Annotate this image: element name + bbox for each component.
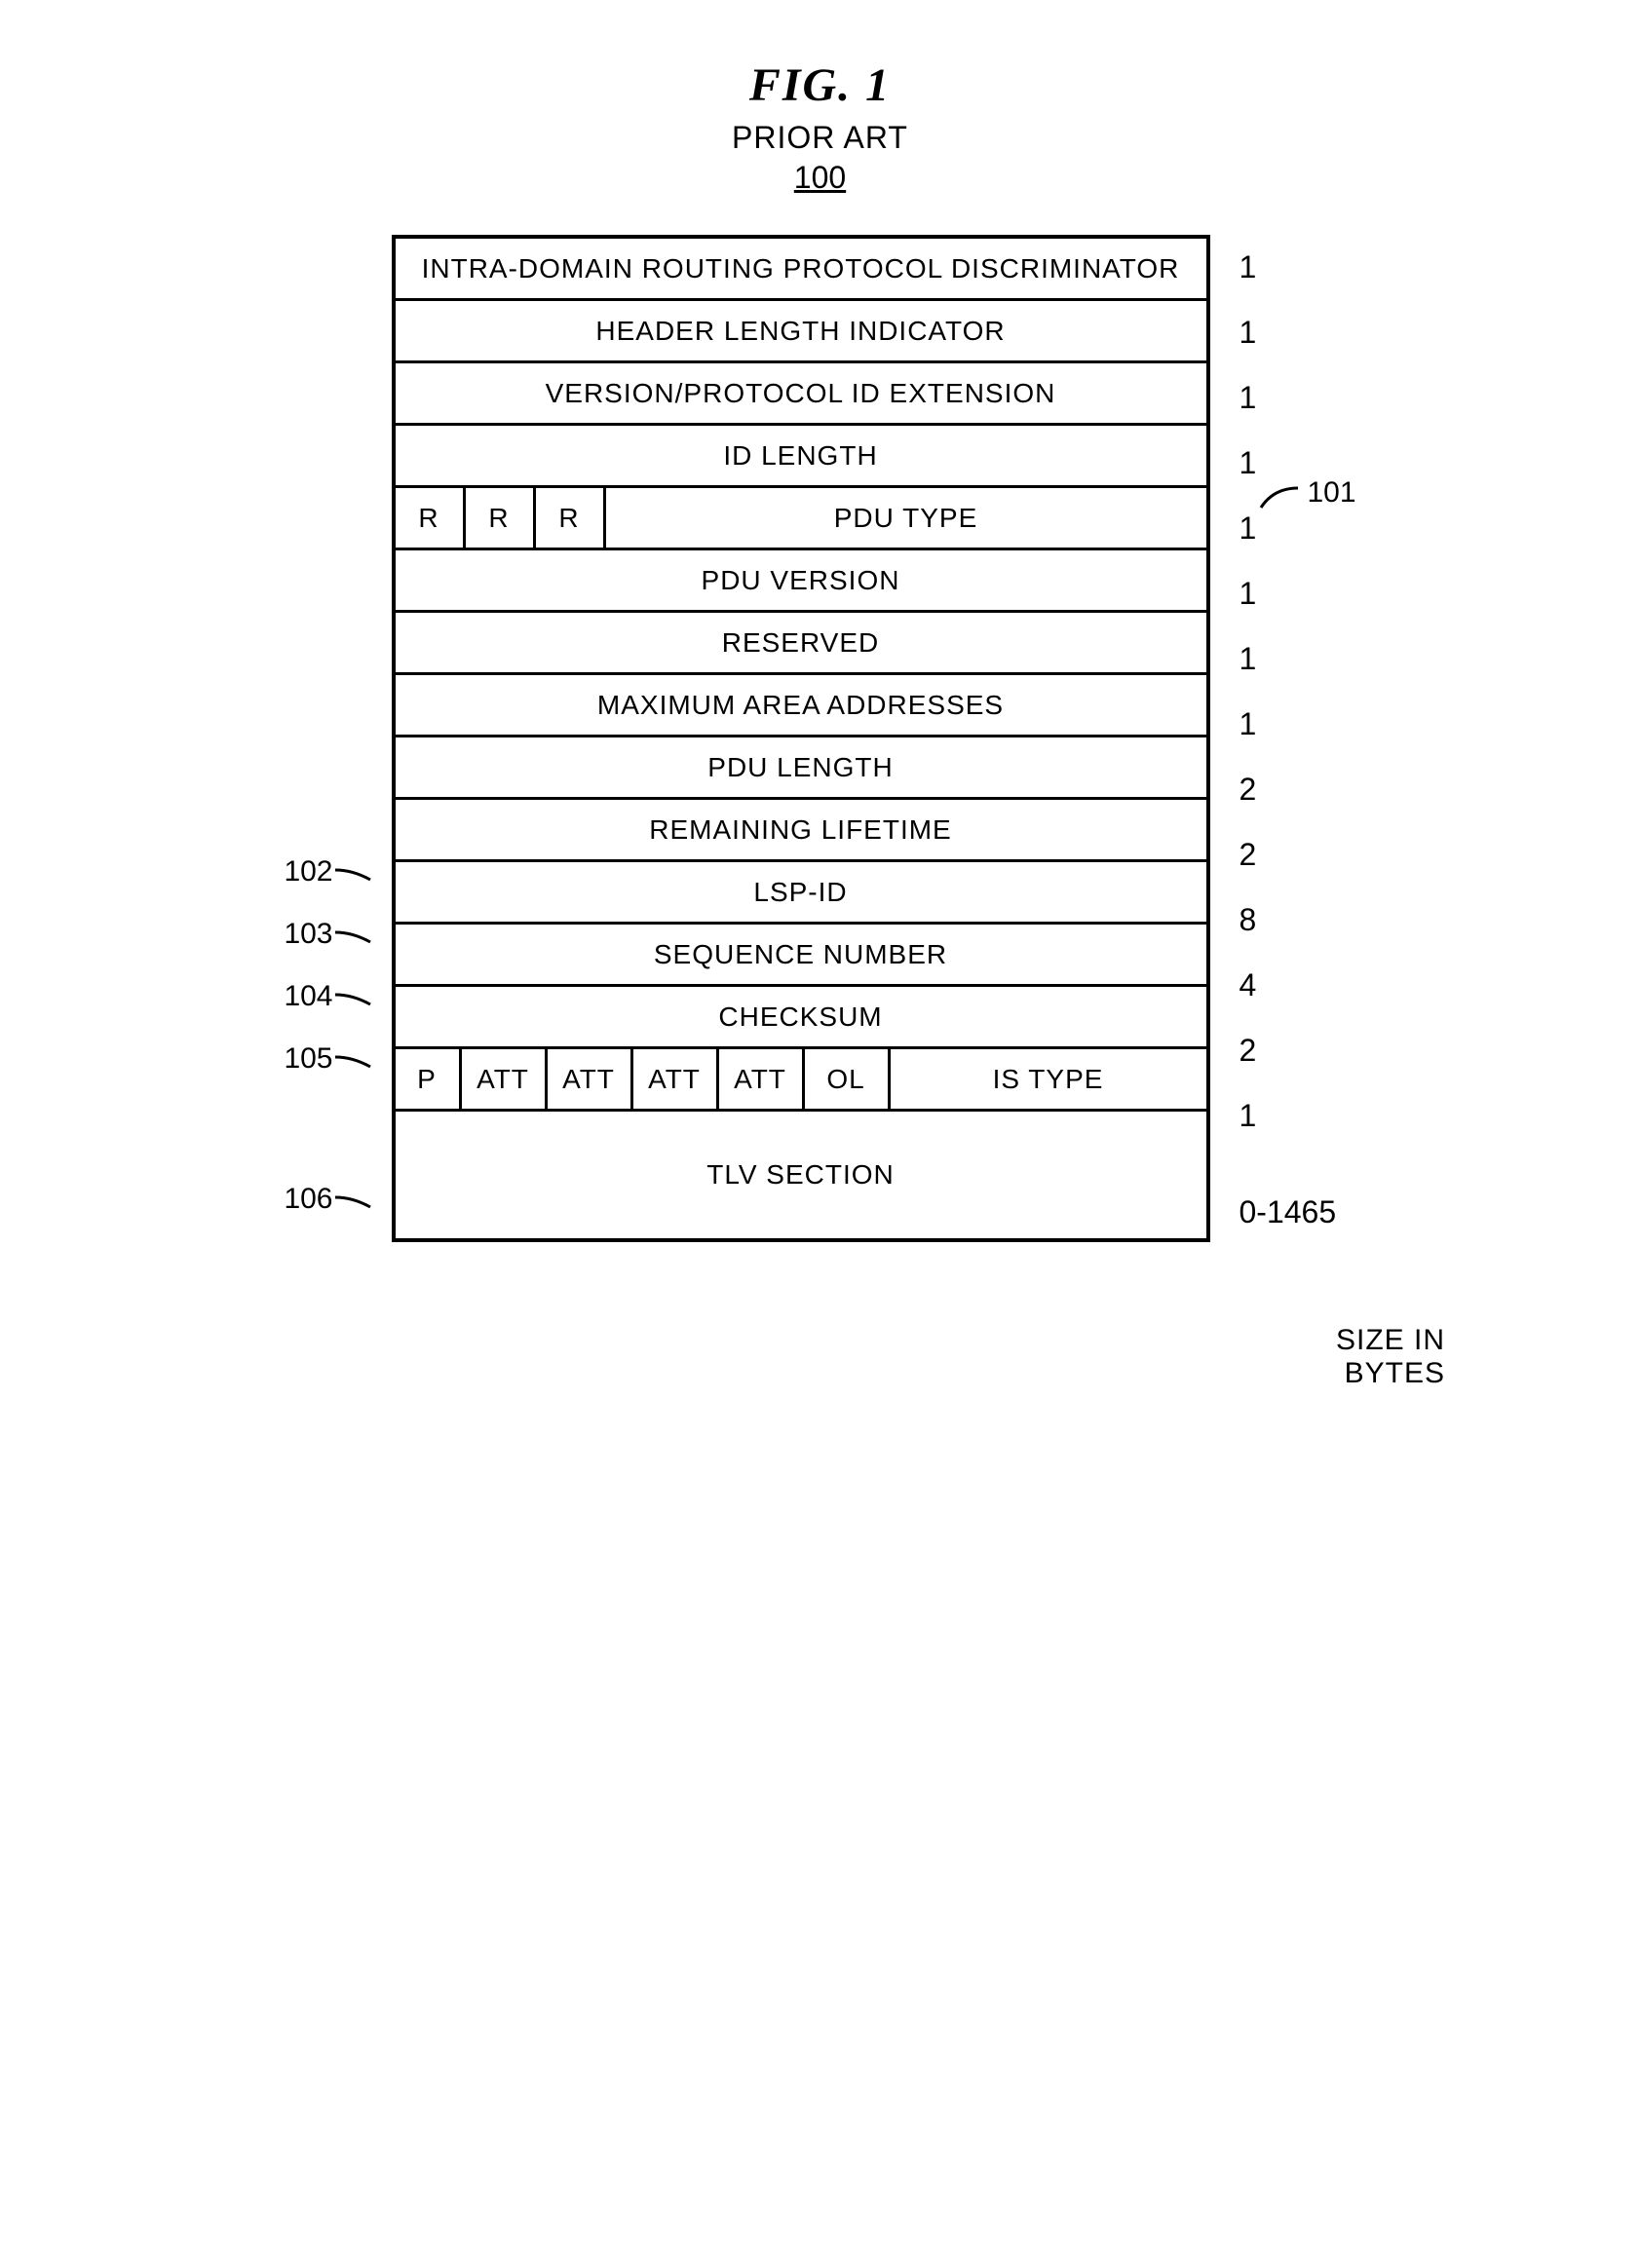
figure-label: FIG. 1 <box>78 58 1562 112</box>
bytes-2: 1 <box>1230 365 1376 431</box>
ref-104-text: 104 <box>284 980 332 1013</box>
seg-r2: R <box>536 488 606 548</box>
bytes-11: 4 <box>1230 953 1376 1018</box>
ref-105-text: 105 <box>284 1042 332 1076</box>
ref-103: 103 <box>265 903 372 965</box>
ref-105: 105 <box>265 1028 372 1090</box>
ref-102: 102 <box>265 841 372 903</box>
row-discriminator: INTRA-DOMAIN ROUTING PROTOCOL DISCRIMINA… <box>396 239 1206 301</box>
prior-art-label: PRIOR ART <box>78 120 1562 156</box>
figure-title: FIG. 1 PRIOR ART 100 <box>78 58 1562 196</box>
seg-att2: ATT <box>633 1049 719 1109</box>
bytes-13: 1 <box>1230 1083 1376 1149</box>
row-lsp-id: LSP-ID <box>396 862 1206 925</box>
bytes-0: 1 <box>1230 235 1376 300</box>
ref-106-text: 106 <box>284 1183 332 1216</box>
bytes-5: 1 <box>1230 561 1376 626</box>
bytes-8: 2 <box>1230 757 1376 822</box>
bytes-1: 1 <box>1230 300 1376 365</box>
bytes-4: 1 101 <box>1230 496 1376 561</box>
row-flags: P ATT ATT ATT ATT OL IS TYPE <box>396 1049 1206 1112</box>
ref-104: 104 <box>265 965 372 1028</box>
row-max-area: MAXIMUM AREA ADDRESSES <box>396 675 1206 737</box>
bytes-10: 8 <box>1230 888 1376 953</box>
ref-101-text: 101 <box>1308 476 1356 510</box>
bytes-9: 2 <box>1230 822 1376 888</box>
seg-att3: ATT <box>719 1049 805 1109</box>
pdu-format-table: INTRA-DOMAIN ROUTING PROTOCOL DISCRIMINA… <box>392 235 1210 1242</box>
ref-101: 101 <box>1259 476 1356 510</box>
row-header-length: HEADER LENGTH INDICATOR <box>396 301 1206 363</box>
seg-p: P <box>396 1049 462 1109</box>
ref-103-text: 103 <box>284 918 332 951</box>
bytes-7: 1 <box>1230 692 1376 757</box>
seg-pdu-type: PDU TYPE <box>606 488 1206 548</box>
bytes-12: 2 <box>1230 1018 1376 1083</box>
row-pdu-version: PDU VERSION <box>396 550 1206 613</box>
seg-is-type: IS TYPE <box>891 1049 1206 1109</box>
seg-r1: R <box>466 488 536 548</box>
ref-102-text: 102 <box>284 855 332 888</box>
row-version-ext: VERSION/PROTOCOL ID EXTENSION <box>396 363 1206 426</box>
row-id-length: ID LENGTH <box>396 426 1206 488</box>
row-remaining-lifetime: REMAINING LIFETIME <box>396 800 1206 862</box>
row-pdu-length: PDU LENGTH <box>396 737 1206 800</box>
diagram-container: 102 103 104 105 106 INTRA-DOMAIN ROUTING… <box>78 235 1562 1275</box>
left-reference-labels: 102 103 104 105 106 <box>265 235 372 1230</box>
row-pdu-type: R R R PDU TYPE <box>396 488 1206 550</box>
seg-r0: R <box>396 488 466 548</box>
bytes-14: 0-1465 <box>1230 1149 1376 1275</box>
row-tlv-section: TLV SECTION <box>396 1112 1206 1238</box>
figure-number: 100 <box>78 160 1562 196</box>
row-sequence-number: SEQUENCE NUMBER <box>396 925 1206 987</box>
ref-106: 106 <box>265 1168 372 1230</box>
bytes-6: 1 <box>1230 626 1376 692</box>
row-reserved: RESERVED <box>396 613 1206 675</box>
seg-att0: ATT <box>462 1049 548 1109</box>
row-checksum: CHECKSUM <box>396 987 1206 1049</box>
seg-ol: OL <box>805 1049 891 1109</box>
seg-att1: ATT <box>548 1049 633 1109</box>
size-in-bytes-label: SIZE IN BYTES <box>78 1324 1445 1390</box>
size-in-bytes-column: 1 1 1 1 1 101 1 1 1 2 2 8 4 2 1 0-1465 <box>1230 235 1376 1275</box>
